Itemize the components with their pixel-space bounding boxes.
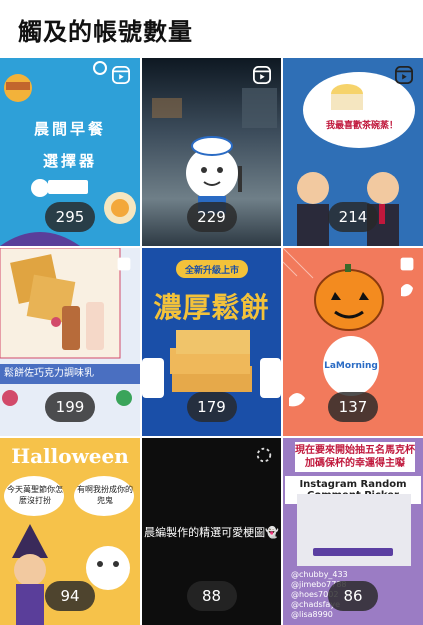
reach-count: 94 xyxy=(45,581,95,611)
picker-button xyxy=(313,548,393,556)
post-headline: 濃厚鬆餅 xyxy=(153,291,270,324)
speech-bubble-text: 我最喜歡茶碗蒸！ xyxy=(325,121,398,131)
post-headline-line1: 晨間早餐 xyxy=(33,120,106,138)
speech-bubble-left: 今天萬聖節你怎麼沒打扮 xyxy=(7,485,63,505)
reach-count: 295 xyxy=(45,202,95,232)
post-tile-breakfast-picker[interactable]: 晨間早餐 選擇器 295 xyxy=(0,58,140,246)
post-tile-thick-waffle[interactable]: 全新升級上市 濃厚鬆餅 179 xyxy=(142,248,281,436)
multi-image-icon xyxy=(117,257,131,271)
reach-count: 214 xyxy=(328,202,378,232)
post-tile-waffle-choco[interactable]: 鬆餅佐巧克力調味乳 199 xyxy=(0,248,140,436)
reach-count: 137 xyxy=(328,392,378,422)
reach-grid: 晨間早餐 選擇器 295 229 我最喜歡茶碗蒸！ 214 鬆餅佐巧克力調味乳 … xyxy=(0,58,423,625)
post-tile-chawanmushi[interactable]: 我最喜歡茶碗蒸！ 214 xyxy=(283,58,423,246)
post-banner: 全新升級上市 xyxy=(184,266,239,276)
reel-icon xyxy=(112,66,130,84)
reach-count: 229 xyxy=(186,202,237,232)
winner-handle: @chubby_433 xyxy=(291,570,348,579)
post-tile-halloween[interactable]: Halloween 今天萬聖節你怎麼沒打扮 有啊我扮成你的兜鬼 94 xyxy=(0,438,140,625)
reel-icon xyxy=(253,66,271,84)
reach-count: 179 xyxy=(186,392,237,422)
post-tile-video-chef[interactable]: 229 xyxy=(142,58,281,246)
post-headline-line2: 選擇器 xyxy=(42,152,97,170)
reach-count: 88 xyxy=(186,581,237,611)
winner-handle: @lisa8990 xyxy=(291,610,333,619)
post-tile-comment-picker[interactable]: 現在要來開始抽五名馬克杯加碼保杯的幸運得主囉 Instagram Random … xyxy=(283,438,423,625)
post-note: 現在要來開始抽五名馬克杯加碼保杯的幸運得主囉 xyxy=(295,442,415,472)
reach-count: 86 xyxy=(328,581,378,611)
post-tile-pumpkin[interactable]: LaMorning 137 xyxy=(283,248,423,436)
post-caption: 鬆餅佐巧克力調味乳 xyxy=(0,364,140,384)
loading-icon xyxy=(256,447,272,463)
post-text: 晨編製作的精選可愛梗圖👻 xyxy=(144,526,279,539)
speech-bubble-right: 有啊我扮成你的兜鬼 xyxy=(77,485,133,505)
post-tile-memes[interactable]: 晨編製作的精選可愛梗圖👻 88 xyxy=(142,438,281,625)
brand-label: LaMorning xyxy=(324,361,378,371)
reel-icon xyxy=(395,66,413,84)
page-title: 觸及的帳號數量 xyxy=(18,18,193,46)
reach-count: 199 xyxy=(45,392,95,422)
multi-image-icon xyxy=(400,257,414,271)
header: 觸及的帳號數量 xyxy=(0,0,423,56)
loading-icon xyxy=(400,453,414,467)
